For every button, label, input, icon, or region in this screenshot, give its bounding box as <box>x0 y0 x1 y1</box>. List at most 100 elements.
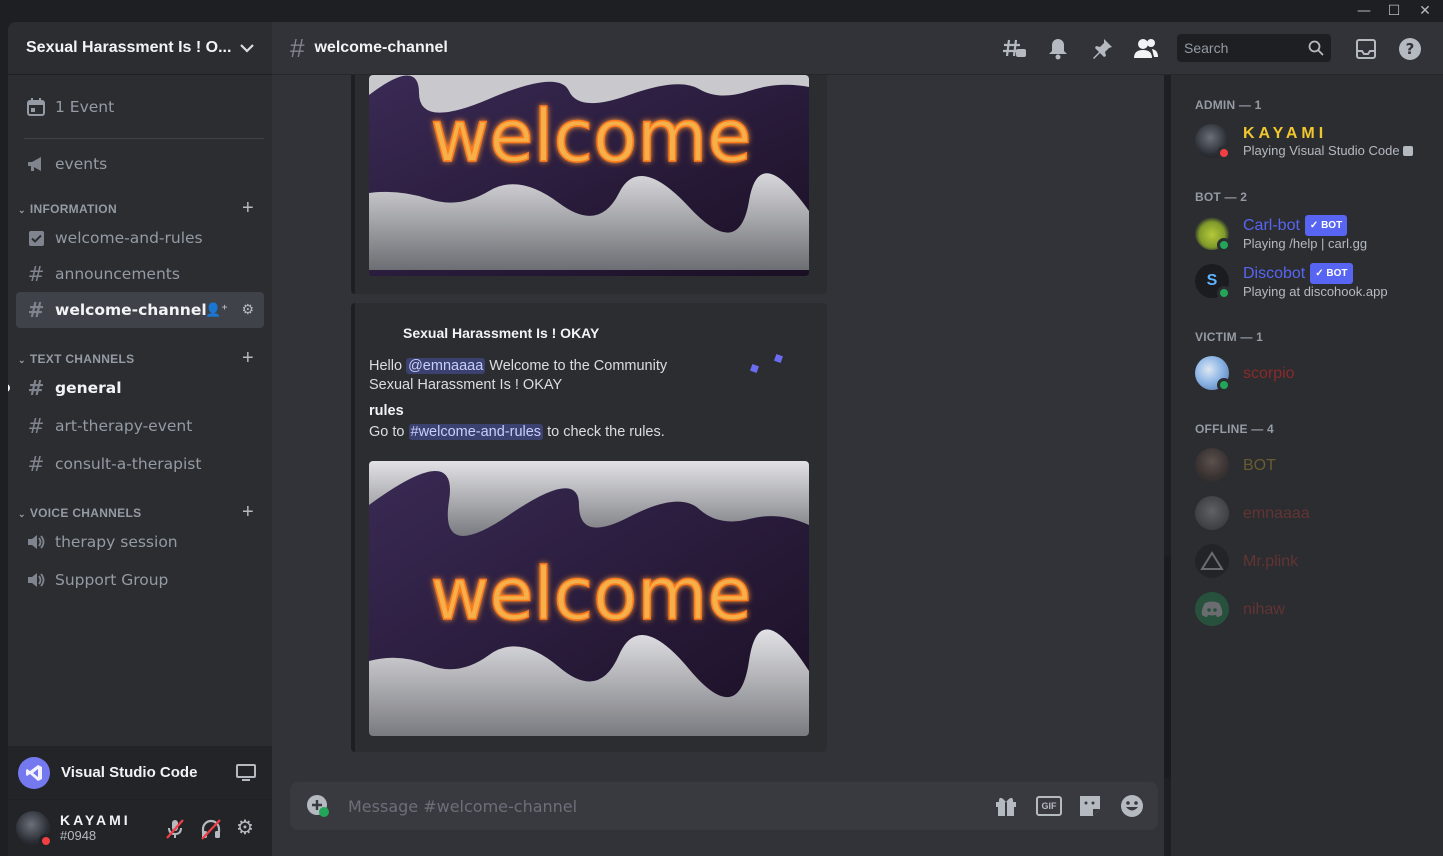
vscode-icon <box>18 756 50 789</box>
title-bar: — ☐ ✕ <box>0 0 1443 22</box>
message-composer[interactable]: Message #welcome-channel GIF <box>290 782 1158 830</box>
thumbnail-dot <box>774 354 783 363</box>
member-avatar <box>1195 592 1229 626</box>
category-text-channels[interactable]: ⌄ TEXT CHANNELS + <box>16 342 264 370</box>
channel-title: welcome-channel <box>314 39 448 56</box>
dnd-status-icon <box>1217 146 1231 160</box>
activity-panel[interactable]: Visual Studio Code <box>8 746 272 800</box>
member-scorpio[interactable]: scorpio <box>1187 349 1435 397</box>
welcome-image[interactable]: welcome <box>369 461 809 736</box>
search-icon <box>1308 40 1324 56</box>
member-avatar <box>1195 544 1229 578</box>
welcome-image-text: welcome <box>430 552 751 636</box>
channel-label: announcements <box>55 265 180 283</box>
channel-welcome-channel[interactable]: # welcome-channel 👤⁺ ⚙ <box>16 292 264 328</box>
channel-header: # welcome-channel Search ? <box>272 22 1443 75</box>
invite-icon[interactable]: 👤⁺ <box>205 303 228 318</box>
channel-label: therapy session <box>55 533 178 551</box>
channel-label: general <box>55 379 122 397</box>
member-mr-plink[interactable]: Mr.plink <box>1187 537 1435 585</box>
speaker-icon <box>25 572 47 588</box>
channel-general[interactable]: # general <box>8 370 264 406</box>
channel-announcements[interactable]: # announcements <box>16 256 264 292</box>
events-summary[interactable]: 1 Event <box>16 83 264 131</box>
megaphone-icon <box>25 156 47 172</box>
hash-icon: # <box>27 414 45 438</box>
channel-mention[interactable]: #welcome-and-rules <box>408 424 544 440</box>
add-channel-icon[interactable]: + <box>242 501 254 524</box>
welcome-image[interactable]: welcome <box>369 75 809 276</box>
channel-label: events <box>55 155 108 173</box>
category-title: TEXT CHANNELS <box>29 352 135 366</box>
member-category-admin: ADMIN — 1 <box>1195 98 1262 112</box>
gift-icon[interactable] <box>994 795 1018 817</box>
member-discobot[interactable]: S Discobot ✓ BOT Playing at discohook.app <box>1187 257 1435 305</box>
help-icon[interactable]: ? <box>1397 37 1423 61</box>
member-avatar <box>1195 124 1231 160</box>
add-attachment-icon[interactable] <box>306 794 330 818</box>
member-carl-bot[interactable]: Carl-bot ✓ BOT Playing /help | carl.gg <box>1187 209 1435 257</box>
member-emnaaaa[interactable]: emnaaaa <box>1187 489 1435 537</box>
sticker-icon[interactable] <box>1078 794 1102 818</box>
member-list-icon[interactable] <box>1133 37 1159 61</box>
chevron-down-icon <box>240 44 254 53</box>
member-name-row: Carl-bot ✓ BOT <box>1243 215 1367 236</box>
user-panel: KAYAMI #0948 ⚙ <box>8 800 272 856</box>
channel-events[interactable]: events <box>16 146 264 182</box>
discord-window: — ☐ ✕ Sexual Harassment Is ! O... 1 Even… <box>0 0 1443 856</box>
welcome-embed: Sexual Harassment Is ! OKAY Hello @emnaa… <box>351 303 827 752</box>
category-title: VOICE CHANNELS <box>29 506 142 520</box>
mute-mic-icon[interactable] <box>164 818 186 840</box>
channel-therapy-session[interactable]: therapy session <box>16 524 264 560</box>
search-placeholder: Search <box>1184 40 1229 56</box>
member-bot-offline[interactable]: BOT <box>1187 441 1435 489</box>
channel-support-group[interactable]: Support Group <box>16 562 264 598</box>
screen-share-icon[interactable] <box>236 763 256 782</box>
notification-bell-icon[interactable] <box>1045 37 1071 61</box>
settings-gear-icon[interactable]: ⚙ <box>241 302 254 318</box>
member-activity-text: Playing Visual Studio Code <box>1243 143 1400 158</box>
search-input[interactable]: Search <box>1177 34 1331 62</box>
embed-thumbnail[interactable] <box>723 321 811 405</box>
category-voice-channels[interactable]: ⌄ VOICE CHANNELS + <box>16 496 264 524</box>
add-channel-icon[interactable]: + <box>242 197 254 220</box>
deafen-headphones-icon[interactable] <box>200 818 222 840</box>
server-header[interactable]: Sexual Harassment Is ! O... <box>8 22 272 75</box>
channel-label: welcome-and-rules <box>55 229 203 247</box>
embed-field-title: rules <box>369 403 404 419</box>
goto-after-text: to check the rules. <box>547 424 665 440</box>
member-name: Discobot <box>1243 265 1306 282</box>
pin-icon[interactable] <box>1089 37 1115 61</box>
discord-logo-icon <box>1201 601 1223 617</box>
category-information[interactable]: ⌄ INFORMATION + <box>16 192 264 220</box>
member-activity: Playing /help | carl.gg <box>1243 236 1368 251</box>
user-mention[interactable]: @emnaaaa <box>406 358 486 374</box>
hash-icon: # <box>27 376 45 400</box>
emoji-icon[interactable] <box>1120 794 1144 818</box>
member-kayami[interactable]: KAYAMI Playing Visual Studio Code <box>1187 117 1435 165</box>
user-avatar[interactable] <box>16 811 53 848</box>
calendar-icon <box>25 98 47 116</box>
inbox-icon[interactable] <box>1353 37 1379 61</box>
threads-icon[interactable] <box>1002 37 1028 61</box>
minimize-button[interactable]: — <box>1352 2 1376 20</box>
channel-welcome-and-rules[interactable]: welcome-and-rules <box>16 220 264 256</box>
member-avatar: S <box>1195 264 1231 300</box>
message-input[interactable]: Message #welcome-channel <box>348 797 577 816</box>
speaker-icon <box>25 534 47 550</box>
close-button[interactable]: ✕ <box>1413 2 1437 20</box>
add-channel-icon[interactable]: + <box>242 347 254 370</box>
dnd-status-icon <box>39 834 53 848</box>
user-info[interactable]: KAYAMI #0948 <box>60 813 131 844</box>
checkbox-icon <box>25 230 47 247</box>
channel-list: 1 Event events ⌄ INFORMATION + welcome-and… <box>8 75 272 598</box>
maximize-button[interactable]: ☐ <box>1382 2 1406 20</box>
chat-area: # welcome-channel Search ? welcome Sexua… <box>272 22 1443 856</box>
embed-author[interactable]: Sexual Harassment Is ! OKAY <box>403 325 599 341</box>
gif-icon[interactable]: GIF <box>1036 796 1062 816</box>
divider <box>24 138 264 139</box>
channel-art-therapy-event[interactable]: # art-therapy-event <box>16 408 264 444</box>
user-settings-gear-icon[interactable]: ⚙ <box>236 815 254 840</box>
channel-consult-a-therapist[interactable]: # consult-a-therapist <box>16 446 264 482</box>
member-nihaw[interactable]: nihaw <box>1187 585 1435 633</box>
